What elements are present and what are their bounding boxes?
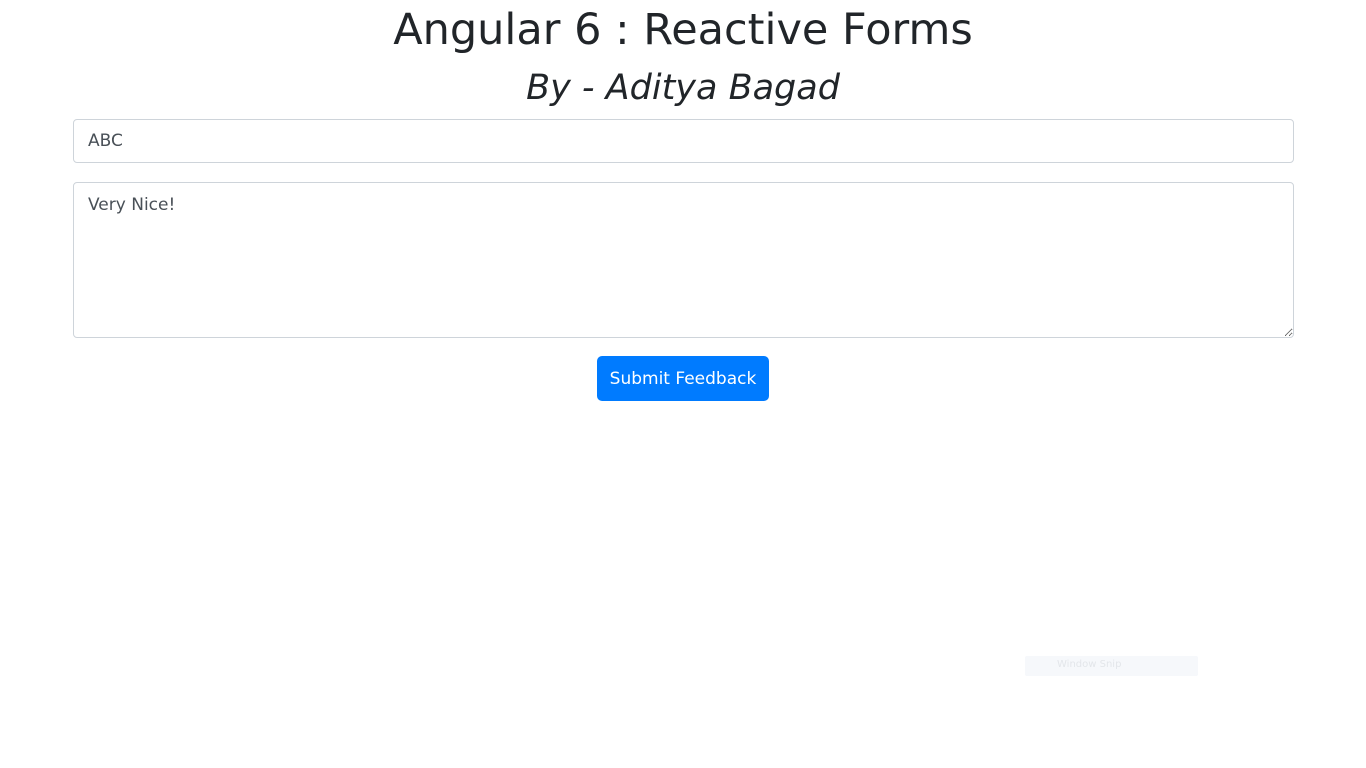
page-subtitle: By - Aditya Bagad [526, 68, 840, 108]
feedback-textarea[interactable]: Very Nice! [73, 182, 1294, 338]
submit-feedback-button[interactable]: Submit Feedback [597, 356, 769, 401]
window-snip-label: Window Snip [1057, 659, 1122, 670]
page-title: Angular 6 : Reactive Forms [393, 5, 973, 55]
name-input[interactable] [73, 119, 1294, 163]
page: Angular 6 : Reactive Forms By - Aditya B… [0, 0, 1366, 768]
window-snip-overlay: Window Snip [1025, 656, 1198, 676]
